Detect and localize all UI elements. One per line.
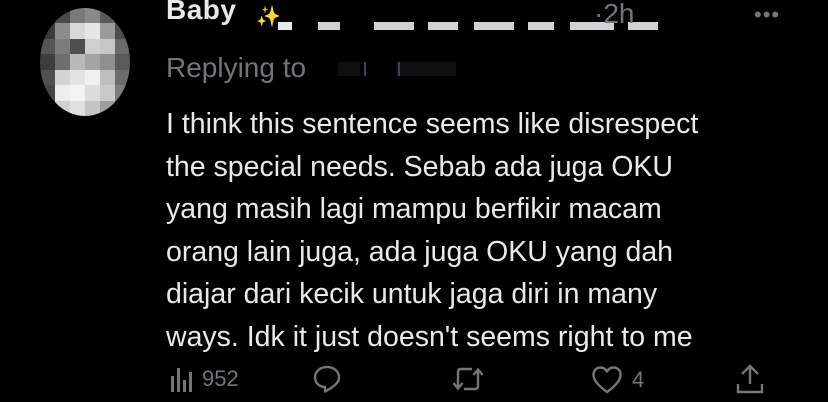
avatar-pixel — [100, 54, 115, 70]
replying-to-handle-redacted[interactable] — [338, 62, 456, 76]
bar-chart-icon — [171, 368, 192, 392]
avatar-pixel — [85, 100, 100, 116]
avatar-pixel — [100, 85, 115, 101]
author-handle-redacted[interactable] — [278, 10, 710, 32]
avatar-pixel — [40, 23, 55, 39]
avatar-pixel — [85, 54, 100, 70]
avatar-pixel — [40, 69, 55, 86]
tweet-text: I think this sentence seems like disresp… — [166, 108, 699, 353]
avatar-pixel — [40, 54, 55, 70]
retweet-icon — [452, 367, 484, 391]
avatar-pixel — [85, 69, 100, 86]
avatar-pixel — [115, 85, 130, 101]
avatar-pixel — [85, 85, 100, 101]
avatar[interactable] — [40, 8, 130, 116]
views-count: 952 — [202, 366, 239, 391]
avatar-pixel — [55, 100, 70, 116]
avatar-pixel — [115, 38, 130, 55]
share-icon — [736, 364, 764, 394]
reply-button[interactable] — [312, 364, 342, 394]
avatar-pixel — [85, 23, 100, 39]
replying-to-label: Replying to — [166, 52, 307, 83]
tweet-timestamp[interactable]: ·2h — [594, 0, 634, 30]
avatar-pixel — [55, 8, 70, 24]
avatar-pixel — [55, 69, 70, 86]
avatar-pixel — [55, 54, 70, 70]
avatar-pixel — [70, 54, 85, 70]
like-button[interactable]: 4 — [592, 366, 644, 394]
avatar-pixel — [55, 38, 70, 55]
retweet-button[interactable] — [452, 366, 484, 392]
share-button[interactable] — [736, 364, 764, 394]
avatar-pixel — [100, 8, 115, 24]
avatar-pixel — [70, 100, 85, 116]
avatar-pixel — [70, 23, 85, 39]
more-options-icon[interactable]: ••• — [754, 2, 780, 28]
avatar-pixel — [40, 85, 55, 101]
avatar-pixel — [55, 85, 70, 101]
avatar-pixel — [70, 85, 85, 101]
tweet-header: Baby ✨ ·2h ••• — [166, 0, 779, 40]
heart-icon — [592, 366, 622, 394]
avatar-pixel — [40, 100, 55, 116]
reply-icon — [313, 365, 341, 393]
avatar-pixel — [70, 69, 85, 86]
like-count: 4 — [632, 367, 645, 392]
action-bar: 952 4 — [0, 360, 828, 400]
author-name[interactable]: Baby — [166, 0, 236, 26]
avatar-pixel — [115, 8, 130, 24]
avatar-pixel — [100, 38, 115, 55]
avatar-pixel — [55, 23, 70, 39]
avatar-pixel — [100, 100, 115, 116]
views-button[interactable]: 952 — [170, 366, 239, 392]
avatar-pixel — [115, 54, 130, 70]
avatar-pixel — [85, 8, 100, 24]
avatar-pixel — [70, 8, 85, 24]
avatar-pixel — [115, 100, 130, 116]
avatar-pixel — [115, 23, 130, 39]
avatar-pixel — [100, 69, 115, 86]
avatar-pixel — [40, 38, 55, 55]
avatar-pixel — [40, 8, 55, 24]
avatar-pixel — [115, 69, 130, 86]
avatar-pixel — [85, 38, 100, 55]
avatar-pixel — [100, 23, 115, 39]
avatar-pixel — [70, 38, 85, 55]
